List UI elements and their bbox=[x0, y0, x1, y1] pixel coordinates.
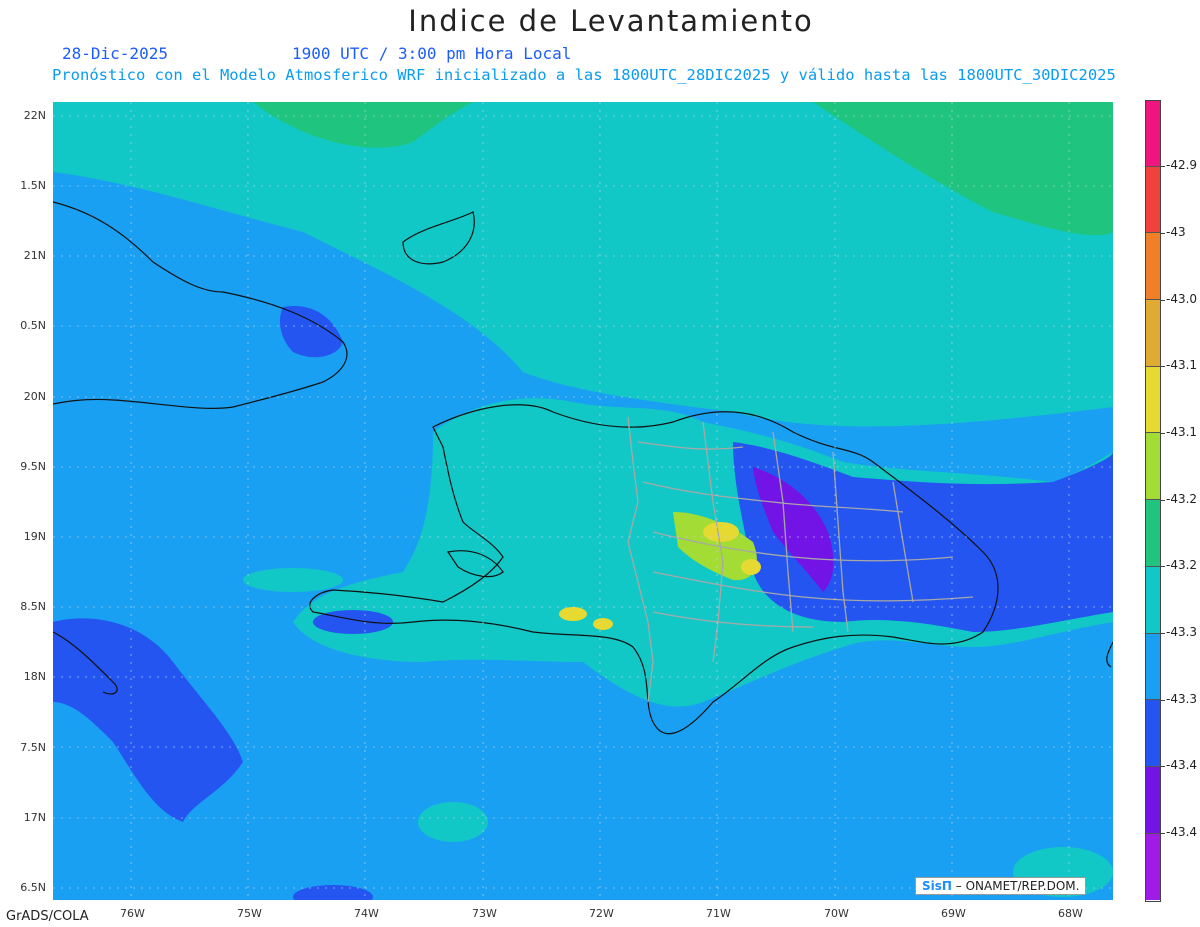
colorbar-swatch bbox=[1145, 366, 1161, 434]
colorbar-label: -42.9 bbox=[1166, 158, 1198, 172]
colorbar-tick bbox=[1161, 633, 1165, 634]
grads-credit: GrADS/COLA bbox=[6, 909, 89, 924]
forecast-description: Pronóstico con el Modelo Atmosferico WRF… bbox=[52, 66, 1116, 84]
lat-label: 20N bbox=[23, 390, 46, 403]
colorbar-swatch bbox=[1145, 700, 1161, 767]
lat-label: 18N bbox=[23, 670, 46, 683]
colorbar-label: -43.3 bbox=[1166, 692, 1198, 706]
forecast-date: 28-Dic-2025 bbox=[62, 44, 168, 63]
colorbar-label: -43.4 bbox=[1166, 825, 1198, 839]
colorbar-swatch bbox=[1145, 566, 1161, 634]
colorbar-tick bbox=[1161, 300, 1165, 301]
lat-label: 21N bbox=[23, 249, 46, 262]
colorbar-swatch bbox=[1145, 766, 1161, 834]
lat-label: 1.5N bbox=[20, 179, 46, 192]
colorbar-tick bbox=[1161, 833, 1165, 834]
lon-label: 72W bbox=[589, 907, 614, 920]
colorbar-tick bbox=[1161, 700, 1165, 701]
lon-label: 70W bbox=[824, 907, 849, 920]
lon-label: 76W bbox=[120, 907, 145, 920]
colorbar-label: -43.1 bbox=[1166, 358, 1198, 372]
yellow-core-3 bbox=[559, 607, 587, 621]
lat-label: 22N bbox=[23, 109, 46, 122]
lat-label: 7.5N bbox=[20, 741, 46, 754]
colorbar-tick bbox=[1161, 366, 1165, 367]
colorbar-swatch bbox=[1145, 633, 1161, 701]
lifted-index-map bbox=[53, 102, 1113, 900]
colorbar-swatch bbox=[1145, 233, 1161, 301]
yellow-core-1 bbox=[703, 522, 739, 542]
lon-label: 71W bbox=[706, 907, 731, 920]
colorbar-label: -43.2 bbox=[1166, 492, 1198, 506]
lat-label: 6.5N bbox=[20, 881, 46, 894]
colorbar-tick bbox=[1161, 566, 1165, 567]
colorbar-label: -43 bbox=[1166, 225, 1186, 239]
lat-label: 0.5N bbox=[20, 319, 46, 332]
colorbar-tick bbox=[1161, 433, 1165, 434]
small-dark-patch bbox=[313, 610, 393, 634]
map-title: Indice de Levantamiento bbox=[408, 4, 814, 38]
lat-label: 9.5N bbox=[20, 460, 46, 473]
forecast-time: 1900 UTC / 3:00 pm Hora Local bbox=[292, 44, 572, 63]
colorbar-swatch bbox=[1145, 100, 1161, 167]
lat-label: 8.5N bbox=[20, 600, 46, 613]
colorbar-swatch bbox=[1145, 433, 1161, 501]
colorbar-label: -43.3 bbox=[1166, 625, 1198, 639]
colorbar bbox=[1145, 100, 1161, 901]
colorbar-swatch bbox=[1145, 166, 1161, 234]
south-patch bbox=[418, 802, 488, 842]
lon-label: 73W bbox=[472, 907, 497, 920]
lat-label: 17N bbox=[23, 811, 46, 824]
colorbar-label: -43.1 bbox=[1166, 425, 1198, 439]
lon-label: 68W bbox=[1058, 907, 1083, 920]
jamaica-patch bbox=[243, 568, 343, 592]
colorbar-tick bbox=[1161, 166, 1165, 167]
lon-label: 69W bbox=[941, 907, 966, 920]
colorbar-tick bbox=[1161, 233, 1165, 234]
colorbar-label: -43.2 bbox=[1166, 558, 1198, 572]
yellow-core-4 bbox=[593, 618, 613, 630]
colorbar-swatch bbox=[1145, 833, 1161, 901]
credit-brand: SisΠ bbox=[922, 879, 952, 893]
colorbar-tick bbox=[1161, 766, 1165, 767]
credit-org: – ONAMET/REP.DOM. bbox=[951, 879, 1080, 893]
lat-label: 19N bbox=[23, 530, 46, 543]
colorbar-tick bbox=[1161, 500, 1165, 501]
colorbar-label: -43.4 bbox=[1166, 758, 1198, 772]
yellow-core-2 bbox=[741, 559, 761, 575]
lon-label: 74W bbox=[354, 907, 379, 920]
colorbar-swatch bbox=[1145, 300, 1161, 367]
lon-label: 75W bbox=[237, 907, 262, 920]
onamet-credit: SisΠ – ONAMET/REP.DOM. bbox=[915, 877, 1087, 895]
colorbar-label: -43.0 bbox=[1166, 292, 1198, 306]
colorbar-swatch bbox=[1145, 500, 1161, 567]
